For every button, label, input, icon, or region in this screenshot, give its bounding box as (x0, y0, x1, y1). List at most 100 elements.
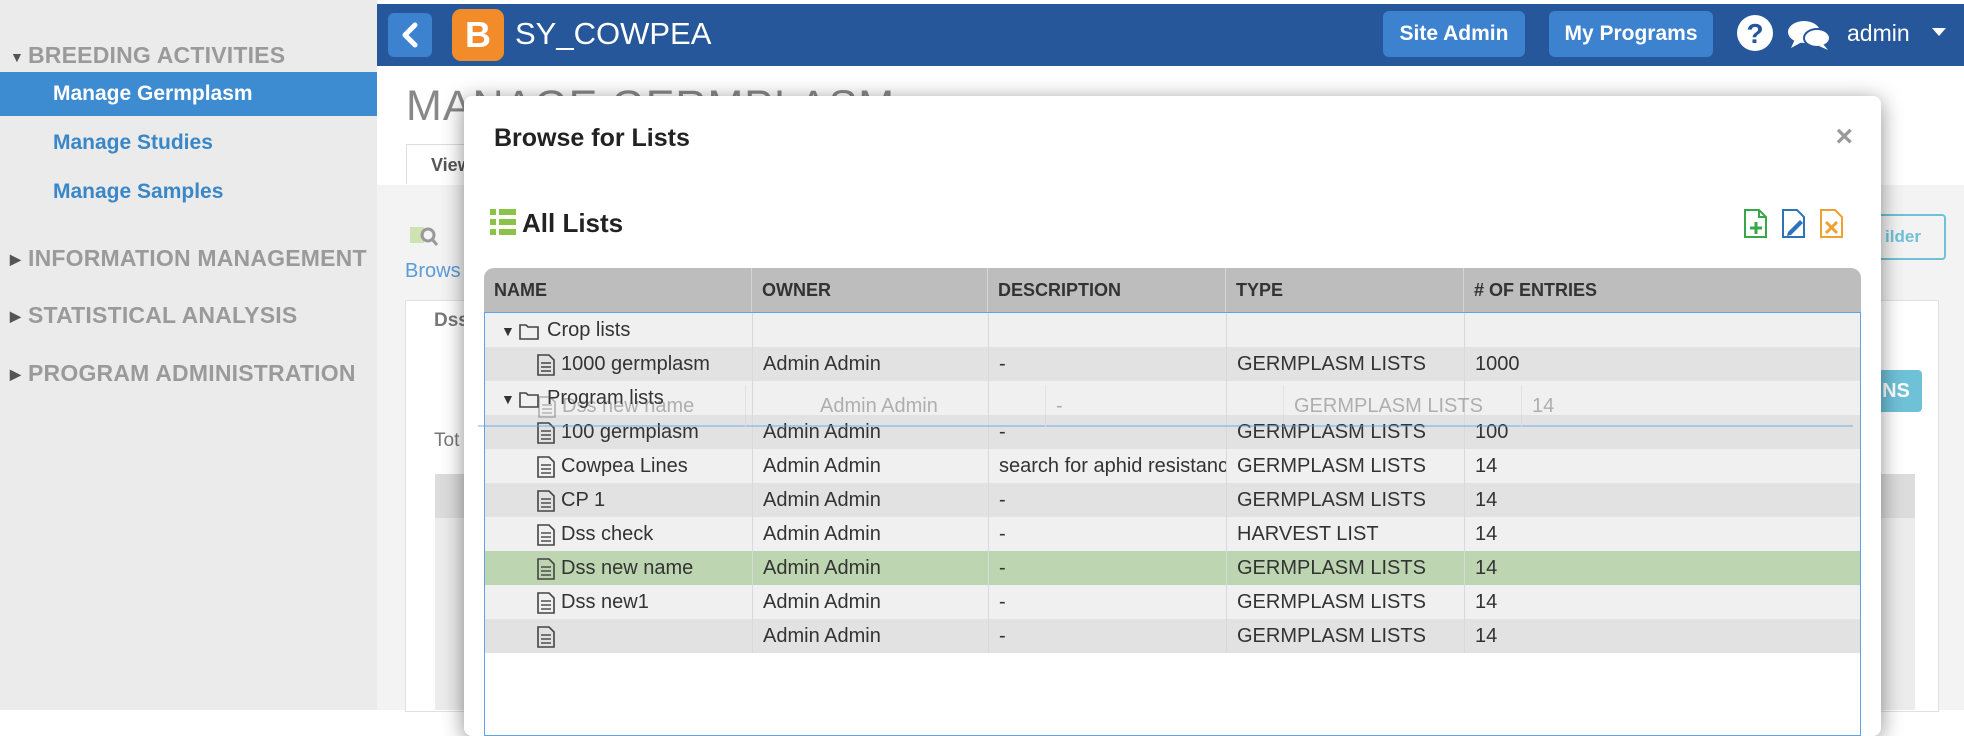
cell-description: - (989, 585, 1227, 619)
lists-table: NAME OWNER DESCRIPTION TYPE # OF ENTRIES… (484, 268, 1861, 736)
sidebar: ▼ BREEDING ACTIVITIES Manage Germplasm Ma… (0, 0, 377, 710)
cell-type: GERMPLASM LISTS (1227, 551, 1465, 585)
document-icon (537, 489, 555, 512)
chevron-left-icon (402, 22, 418, 48)
cell-description: search for aphid resistance... (989, 449, 1227, 483)
row-name-text: Dss new name (561, 557, 694, 579)
sidebar-section-program-administration[interactable]: ▶ PROGRAM ADMINISTRATION (10, 360, 356, 387)
table-row[interactable]: 1000 germplasm Admin Admin - GERMPLASM LIST… (485, 347, 1860, 381)
ghost-description: - (1046, 385, 1284, 427)
column-header-owner[interactable]: OWNER (752, 268, 988, 312)
cell-entries: 14 (1475, 591, 1498, 613)
cell-owner: Admin Admin (753, 551, 989, 585)
ghost-name: Dss new name (478, 385, 746, 427)
cell-type: GERMPLASM LISTS (1227, 449, 1465, 483)
app-logo: B (452, 9, 504, 61)
cell-entries: 1000 (1475, 353, 1520, 375)
cell-name: Cowpea Lines (485, 449, 753, 483)
cell-description: - (989, 551, 1227, 585)
cell-owner (753, 313, 989, 347)
user-menu[interactable]: admin (1847, 20, 1910, 47)
program-title: SY_COWPEA (515, 16, 712, 51)
modal-title: Browse for Lists (494, 124, 690, 152)
list-icon (490, 209, 516, 235)
column-header-type[interactable]: TYPE (1226, 268, 1464, 312)
cell-description: - (989, 517, 1227, 551)
table-row[interactable]: CP 1 Admin Admin - GERMPLASM LISTS 14 (485, 483, 1860, 517)
document-icon (537, 523, 555, 546)
cell-entries: 14 (1475, 625, 1498, 647)
cell-type: HARVEST LIST (1227, 517, 1465, 551)
browse-link[interactable]: Brows (405, 260, 461, 283)
collapsed-caret-icon: ▶ (10, 366, 21, 383)
back-button[interactable] (388, 13, 432, 57)
cell-name (485, 619, 753, 653)
ghost-type: GERMPLASM LISTS (1284, 385, 1522, 427)
collapsed-caret-icon: ▶ (10, 251, 21, 268)
table-header: NAME OWNER DESCRIPTION TYPE # OF ENTRIES (484, 268, 1861, 312)
document-icon (538, 395, 556, 418)
table-row[interactable]: Dss check Admin Admin - HARVEST LIST 14 (485, 517, 1860, 551)
cell-description: - (989, 347, 1227, 381)
table-body: ▼ Crop lists 1000 germplasm Admin Admin - GER… (484, 312, 1861, 736)
row-name-text: CP 1 (561, 489, 606, 511)
column-header-name[interactable]: NAME (484, 268, 752, 312)
sidebar-item-manage-germplasm[interactable]: Manage Germplasm (0, 72, 377, 116)
cell-owner: Admin Admin (753, 483, 989, 517)
folder-icon (519, 323, 539, 340)
cell-name: ▼ Crop lists (485, 313, 753, 347)
my-programs-button[interactable]: My Programs (1549, 11, 1713, 57)
cell-type: GERMPLASM LISTS (1227, 347, 1465, 381)
add-list-icon[interactable] (1742, 208, 1770, 240)
cell-name: Dss new name (485, 551, 753, 585)
top-navigation-bar: B SY_COWPEA Site Admin My Programs ? adm… (377, 4, 1964, 66)
row-name-text: Crop lists (547, 319, 631, 341)
cell-name: 1000 germplasm (485, 347, 753, 381)
site-admin-button[interactable]: Site Admin (1383, 11, 1525, 57)
close-icon[interactable]: × (1835, 120, 1853, 154)
cell-owner: Admin Admin (753, 449, 989, 483)
cell-name: CP 1 (485, 483, 753, 517)
table-row[interactable]: Dss new name Admin Admin - GERMPLASM LISTS 1… (485, 551, 1860, 585)
column-header-description[interactable]: DESCRIPTION (988, 268, 1226, 312)
drag-ghost-row: Dss new name Admin Admin - GERMPLASM LIS… (478, 385, 1853, 427)
delete-list-icon[interactable] (1818, 208, 1846, 240)
help-icon[interactable]: ? (1737, 15, 1773, 51)
cell-type (1227, 313, 1465, 347)
sidebar-section-information-management[interactable]: ▶ INFORMATION MANAGEMENT (10, 245, 367, 272)
ghost-entries: 14 (1532, 395, 1555, 417)
caret-down-icon[interactable] (1932, 28, 1946, 36)
document-icon (537, 625, 555, 648)
cell-name: Dss new1 (485, 585, 753, 619)
document-icon (537, 557, 555, 580)
expanded-caret-icon[interactable]: ▼ (501, 314, 519, 347)
all-lists-heading: All Lists (522, 208, 624, 238)
search-list-icon (410, 227, 438, 246)
cell-description: - (989, 483, 1227, 517)
sidebar-section-breeding-activities[interactable]: ▼ BREEDING ACTIVITIES (10, 42, 285, 69)
cell-entries: 14 (1475, 489, 1498, 511)
row-name-text: Cowpea Lines (561, 455, 688, 477)
cell-entries: 14 (1475, 455, 1498, 477)
document-icon (537, 353, 555, 376)
cell-type: GERMPLASM LISTS (1227, 619, 1465, 653)
sidebar-item-manage-studies[interactable]: Manage Studies (53, 131, 213, 155)
table-row[interactable]: Dss new1 Admin Admin - GERMPLASM LISTS 14 (485, 585, 1860, 619)
cell-entries: 14 (1475, 557, 1498, 579)
chat-bubbles-icon[interactable] (1787, 18, 1831, 52)
table-row[interactable]: Admin Admin - GERMPLASM LISTS 14 (485, 619, 1860, 653)
ghost-owner: Admin Admin (810, 385, 1046, 427)
expanded-caret-icon: ▼ (10, 48, 25, 65)
cell-owner: Admin Admin (753, 347, 989, 381)
column-header-entries[interactable]: # OF ENTRIES (1464, 268, 1861, 312)
cell-owner: Admin Admin (753, 517, 989, 551)
edit-list-icon[interactable] (1780, 208, 1808, 240)
table-row[interactable]: Cowpea Lines Admin Admin search for aphid … (485, 449, 1860, 483)
cell-description: - (989, 619, 1227, 653)
cell-owner: Admin Admin (753, 585, 989, 619)
row-name-text: Dss check (561, 523, 654, 545)
folder-row[interactable]: ▼ Crop lists (485, 313, 1860, 347)
row-name-text: 1000 germplasm (561, 353, 710, 375)
sidebar-item-manage-samples[interactable]: Manage Samples (53, 180, 223, 204)
sidebar-section-statistical-analysis[interactable]: ▶ STATISTICAL ANALYSIS (10, 302, 297, 329)
